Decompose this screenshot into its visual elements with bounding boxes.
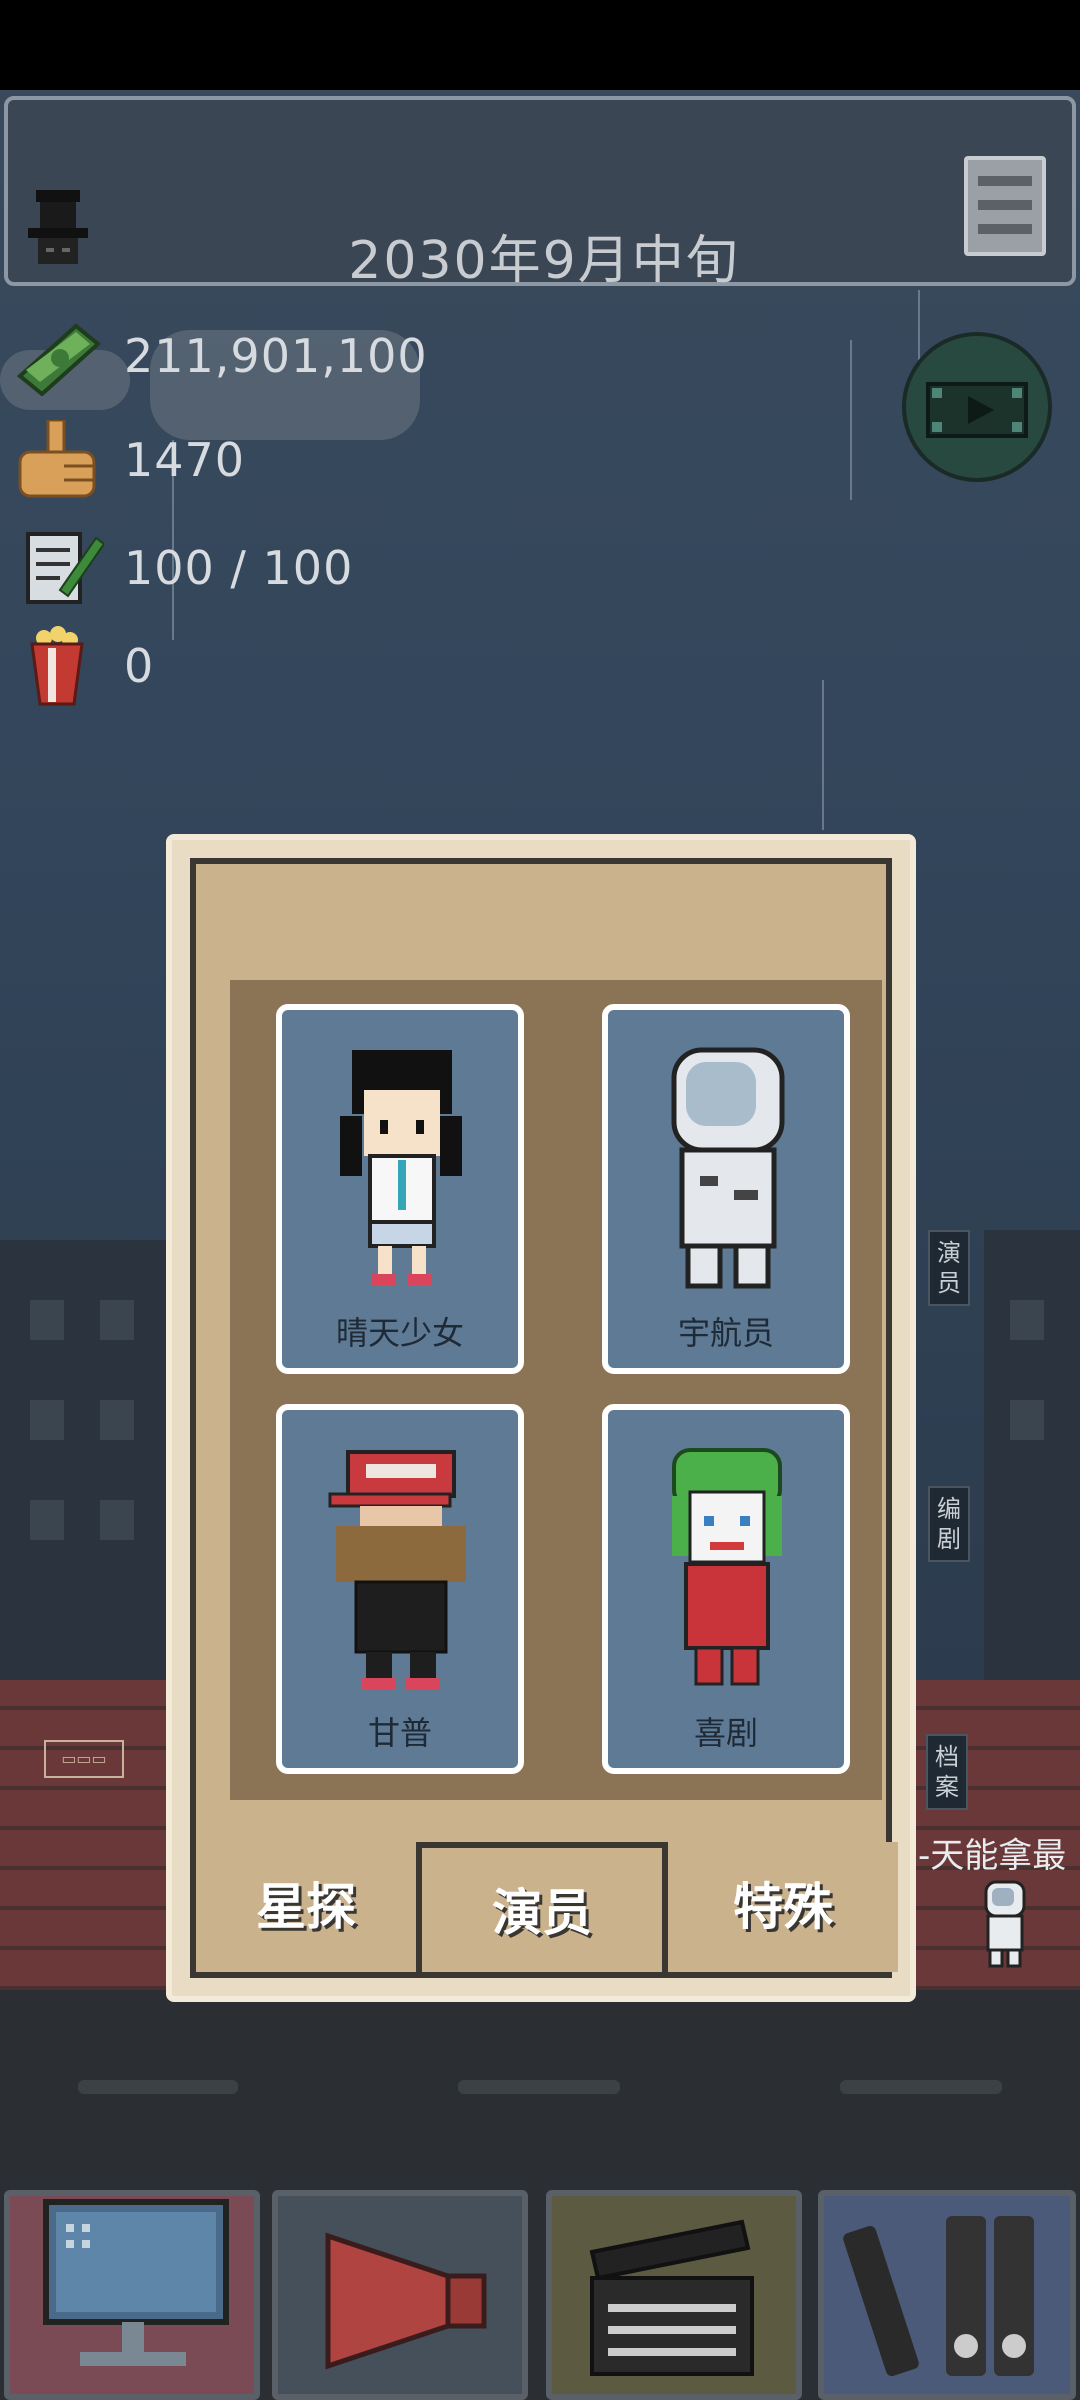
brick-wall-left	[0, 1680, 168, 1990]
building-window	[1010, 1300, 1044, 1340]
clapperboard-icon	[589, 2219, 754, 2376]
stat-likes: 1470	[14, 420, 245, 500]
gump-character-icon	[328, 1450, 466, 1690]
card-comedy[interactable]: 喜剧	[602, 1404, 850, 1774]
tab-scout[interactable]: 星探	[196, 1842, 416, 1972]
lane-marking	[840, 2080, 1002, 2094]
likes-value: 1470	[124, 433, 246, 487]
card-name: 甘普	[367, 1714, 432, 1752]
building-window	[100, 1500, 134, 1540]
building-window	[100, 1400, 134, 1440]
building-window	[30, 1300, 64, 1340]
video-icon	[926, 382, 1028, 438]
tab-actors[interactable]: 演员	[416, 1842, 662, 1972]
tab-special[interactable]: 特殊	[662, 1842, 898, 1972]
walking-astronaut-icon	[984, 1880, 1026, 1968]
dialog-frame: 晴天少女 宇航员 甘普 喜剧 星探 演员 特殊	[190, 858, 898, 1978]
office-computer-button[interactable]	[4, 2190, 260, 2400]
thumbs-up-icon	[18, 420, 96, 498]
money-icon	[16, 323, 102, 396]
category-tabs: 星探 演员 特殊	[196, 1830, 898, 1972]
side-tag-archive[interactable]: 档案	[926, 1734, 968, 1810]
film-reel-icon	[843, 2216, 1034, 2377]
top-bar: 2030年9月中旬	[4, 96, 1076, 291]
building-window	[30, 1500, 64, 1540]
promotion-megaphone-button[interactable]	[272, 2190, 528, 2400]
money-value: 211,901,100	[124, 329, 428, 383]
stat-scripts: 100 / 100	[14, 528, 353, 608]
card-sunny-girl[interactable]: 晴天少女	[276, 1004, 524, 1374]
production-clapperboard-button[interactable]	[546, 2190, 802, 2400]
video-ad-button[interactable]	[902, 332, 1052, 482]
astronaut-character-icon	[671, 1047, 785, 1289]
card-astronaut[interactable]: 宇航员	[602, 1004, 850, 1374]
building-right	[984, 1230, 1080, 1680]
recruit-dialog: 晴天少女 宇航员 甘普 喜剧 星探 演员 特殊	[166, 834, 916, 2002]
rain-streak	[822, 680, 824, 830]
building-window	[1010, 1400, 1044, 1440]
menu-button[interactable]	[964, 156, 1046, 256]
side-tag-writers[interactable]: 编剧	[928, 1486, 970, 1562]
scripts-value: 100 / 100	[124, 541, 354, 595]
side-tag-actors[interactable]: 演员	[928, 1230, 970, 1306]
sunny-girl-character-icon	[340, 1050, 462, 1286]
office-sign-icon: ▭▭▭	[44, 1740, 124, 1778]
card-name: 晴天少女	[335, 1314, 464, 1352]
popcorn-value: 0	[124, 639, 155, 693]
building-left	[0, 1240, 170, 1680]
script-icon	[26, 532, 104, 604]
lane-marking	[78, 2080, 238, 2094]
stat-money: 211,901,100	[14, 316, 428, 396]
card-name: 宇航员	[677, 1314, 774, 1352]
news-ticker: -天能拿最	[918, 1836, 1067, 1876]
megaphone-icon	[325, 2232, 487, 2370]
popcorn-icon	[30, 626, 84, 706]
lane-marking	[458, 2080, 620, 2094]
card-grid: 晴天少女 宇航员 甘普 喜剧	[230, 980, 882, 1800]
rain-streak	[850, 340, 852, 500]
card-name: 喜剧	[693, 1714, 758, 1752]
building-window	[30, 1400, 64, 1440]
card-gump[interactable]: 甘普	[276, 1404, 524, 1774]
game-date: 2030年9月中旬	[348, 231, 740, 291]
computer-icon	[43, 2199, 229, 2366]
stat-popcorn: 0	[14, 626, 154, 706]
building-window	[100, 1300, 134, 1340]
joker-character-icon	[672, 1448, 782, 1686]
archive-films-button[interactable]	[818, 2190, 1076, 2400]
